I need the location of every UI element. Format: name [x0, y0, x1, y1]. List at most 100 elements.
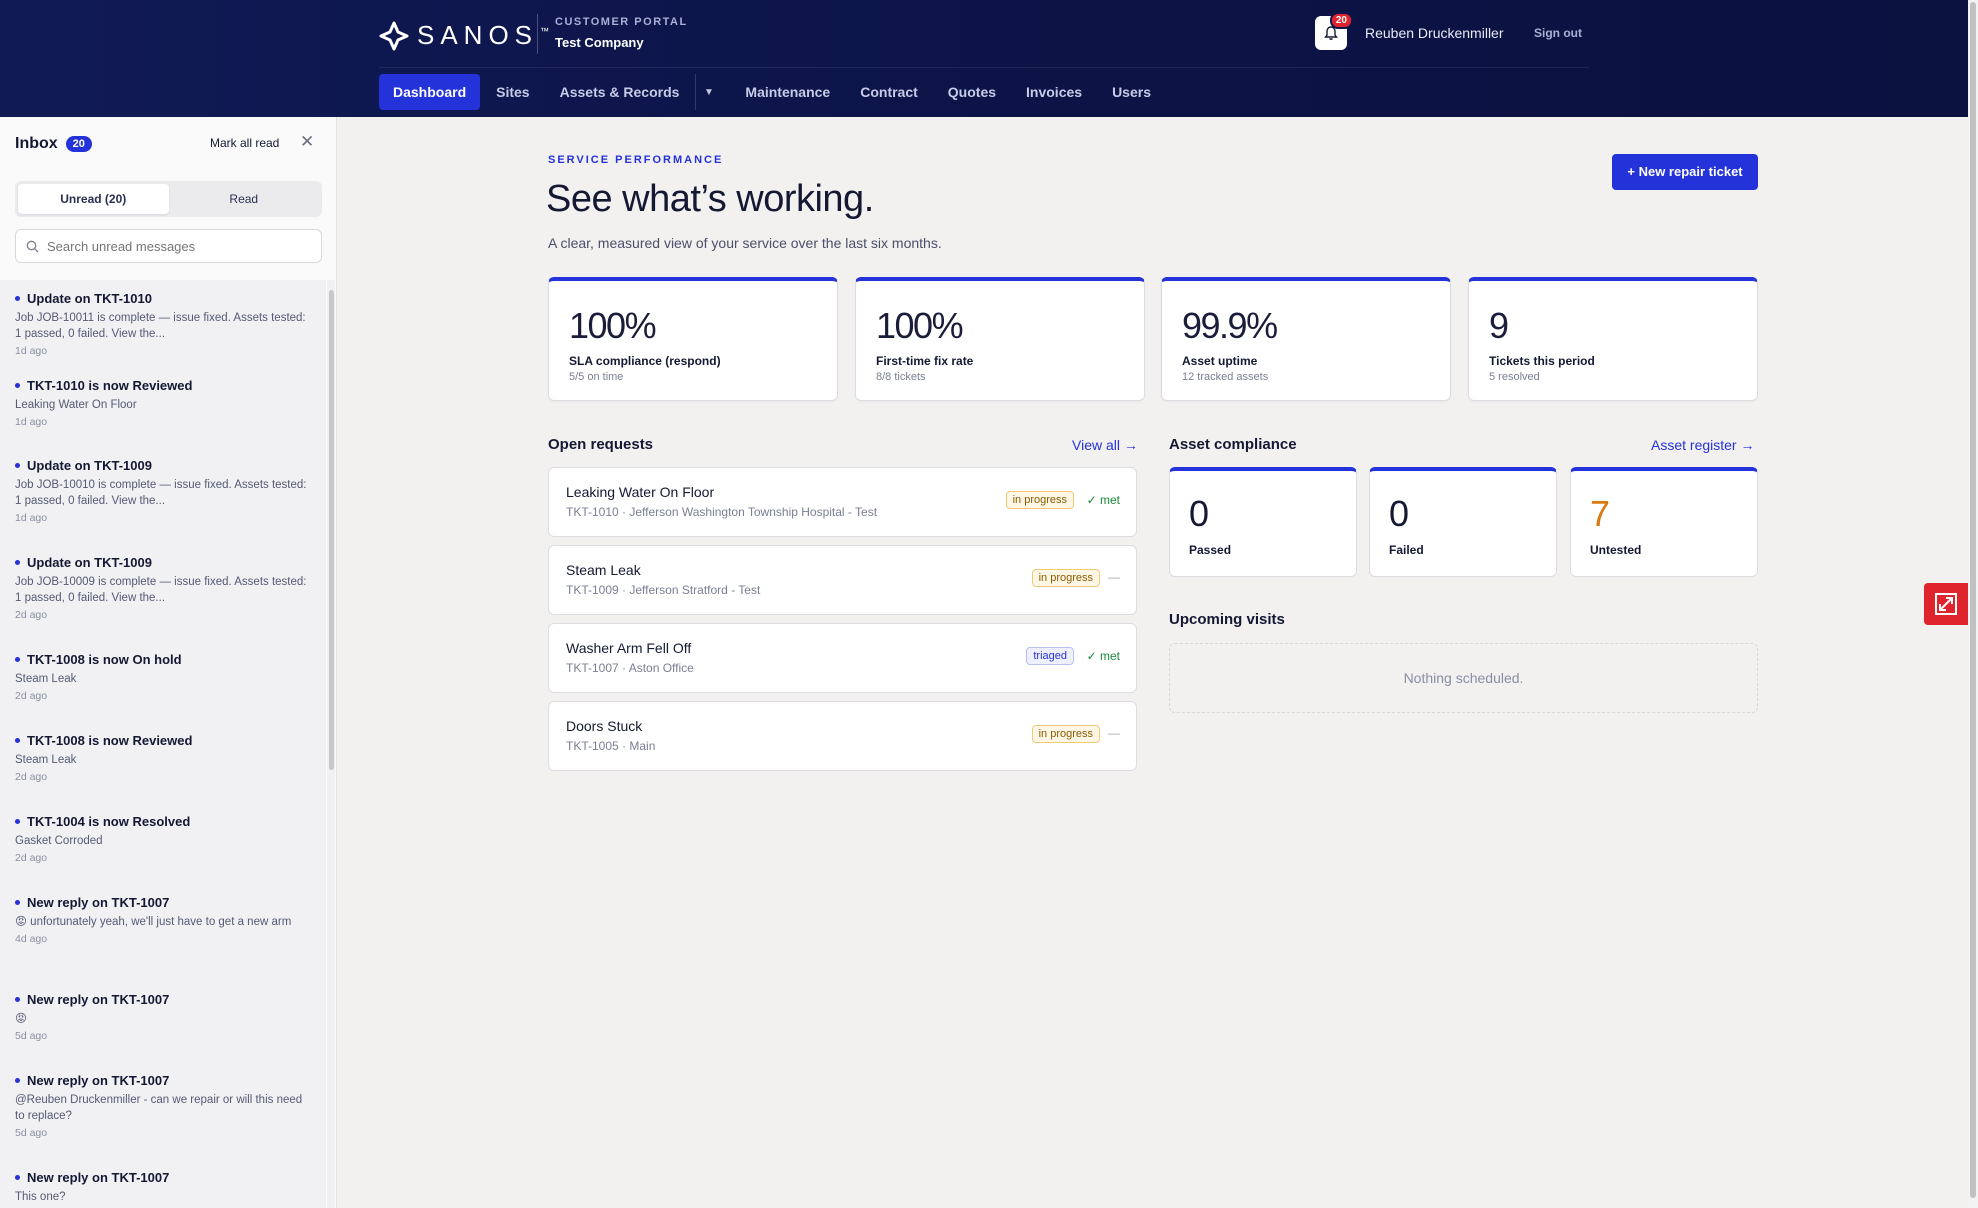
search-input[interactable] [47, 238, 297, 254]
page-scrollbar[interactable] [1968, 0, 1978, 1208]
notifications-button[interactable]: 20 [1315, 12, 1353, 50]
sanos-logo-icon [379, 21, 409, 50]
request-card[interactable]: Doors Stuck TKT-1005 · Main in progress … [548, 701, 1137, 771]
message-time: 4d ago [15, 933, 48, 945]
message-title: TKT-1008 is now On hold [27, 652, 182, 667]
portal-label: CUSTOMER PORTAL [555, 16, 688, 28]
inbox-panel: Inbox 20 Mark all read ✕ Unread (20) Rea… [0, 117, 337, 1208]
mark-all-read-button[interactable]: Mark all read [210, 136, 279, 150]
unread-dot [15, 900, 20, 905]
status-badge: in progress [1031, 725, 1100, 743]
status-badge: in progress [1005, 491, 1074, 509]
company-name: Test Company [555, 35, 644, 50]
tab-read[interactable]: Read [169, 184, 320, 214]
message-item[interactable]: TKT-1010 is now Reviewed Leaking Water O… [0, 378, 326, 458]
unread-dot [15, 657, 20, 662]
message-item[interactable]: Update on TKT-1010 Job JOB-10011 is comp… [0, 280, 326, 378]
caret-down-icon: ▼ [703, 86, 714, 98]
message-item[interactable]: Update on TKT-1009 Job JOB-10009 is comp… [0, 555, 326, 652]
message-body: Job JOB-10010 is complete — issue fixed.… [15, 479, 307, 507]
message-title: Update on TKT-1009 [27, 555, 152, 570]
request-card[interactable]: Washer Arm Fell Off TKT-1007 · Aston Off… [548, 623, 1137, 693]
compliance-label: Untested [1590, 543, 1642, 557]
message-item[interactable]: TKT-1008 is now Reviewed Steam Leak 2d a… [0, 733, 326, 814]
nav-sites[interactable]: Sites [482, 74, 543, 110]
message-body: Leaking Water On Floor [15, 399, 137, 411]
message-item[interactable]: New reply on TKT-1007 😡 5d ago [0, 992, 326, 1073]
message-title: Update on TKT-1010 [27, 291, 152, 306]
message-list: Update on TKT-1010 Job JOB-10011 is comp… [0, 280, 326, 1208]
request-meta: TKT-1007 · Aston Office [566, 661, 694, 675]
message-item[interactable]: Update on TKT-1009 Job JOB-10010 is comp… [0, 458, 326, 555]
kpi-card-first-time-fix: 100% First-time fix rate 8/8 tickets [855, 277, 1145, 401]
inbox-scrollbar[interactable] [327, 280, 335, 1208]
message-item[interactable]: New reply on TKT-1007 @Reuben Druckenmil… [0, 1073, 326, 1170]
unread-dot [15, 296, 20, 301]
message-item[interactable]: New reply on TKT-1007 😡 unfortunately ye… [0, 895, 326, 992]
nav-invoices[interactable]: Invoices [1012, 74, 1096, 110]
section-eyebrow: SERVICE PERFORMANCE [548, 154, 724, 166]
upcoming-visits-empty: Nothing scheduled. [1169, 643, 1758, 713]
close-inbox-button[interactable]: ✕ [300, 132, 314, 152]
message-item[interactable]: TKT-1004 is now Resolved Gasket Corroded… [0, 814, 326, 895]
message-title: New reply on TKT-1007 [27, 992, 170, 1007]
nav-assets-records[interactable]: Assets & Records [546, 74, 694, 110]
nav-maintenance[interactable]: Maintenance [731, 74, 844, 110]
message-body: Gasket Corroded [15, 835, 103, 847]
new-repair-ticket-button[interactable]: + New repair ticket [1612, 154, 1758, 190]
inbox-title: Inbox [15, 135, 58, 152]
unread-dot [15, 383, 20, 388]
kpi-sub: 5 resolved [1489, 371, 1540, 383]
tab-unread[interactable]: Unread (20) [18, 184, 169, 214]
message-body: @Reuben Druckenmiller - can we repair or… [15, 1094, 303, 1122]
nav-contract[interactable]: Contract [846, 74, 932, 110]
kpi-label: SLA compliance (respond) [569, 354, 721, 368]
message-title: Update on TKT-1009 [27, 458, 152, 473]
request-card[interactable]: Steam Leak TKT-1009 · Jefferson Stratfor… [548, 545, 1137, 615]
nav-dashboard[interactable]: Dashboard [379, 74, 481, 110]
inbox-tabs: Unread (20) Read [15, 181, 322, 217]
search-box[interactable] [15, 229, 322, 263]
kpi-value: 99.9% [1182, 305, 1278, 346]
request-title: Doors Stuck [566, 718, 643, 734]
compliance-card-untested[interactable]: 7 Untested [1570, 467, 1758, 577]
sla-indicator: — [1108, 726, 1120, 740]
kpi-label: Asset uptime [1182, 354, 1258, 368]
close-icon: ✕ [300, 132, 315, 151]
asset-register-link[interactable]: Asset register → [1651, 437, 1754, 453]
unread-dot [15, 560, 20, 565]
message-item[interactable]: New reply on TKT-1007 This one? [0, 1170, 326, 1208]
message-body: Steam Leak [15, 673, 77, 685]
request-meta: TKT-1009 · Jefferson Stratford - Test [566, 583, 761, 597]
message-body: 😡 [15, 1013, 27, 1025]
sanos-logo[interactable]: SANOS ™ [379, 20, 549, 51]
view-all-link[interactable]: View all → [1072, 437, 1138, 453]
nav-more-dropdown[interactable]: ▼ [695, 74, 721, 110]
compliance-value: 7 [1590, 493, 1611, 534]
message-title: TKT-1008 is now Reviewed [27, 733, 193, 748]
nav-users[interactable]: Users [1098, 74, 1165, 110]
message-item[interactable]: TKT-1008 is now On hold Steam Leak 2d ag… [0, 652, 326, 733]
unread-dot [15, 819, 20, 824]
sign-out-link[interactable]: Sign out [1534, 26, 1582, 40]
message-time: 1d ago [15, 345, 48, 357]
message-time: 5d ago [15, 1030, 48, 1042]
request-card[interactable]: Leaking Water On Floor TKT-1010 · Jeffer… [548, 467, 1137, 537]
unread-dot [15, 463, 20, 468]
kpi-card-sla: 100% SLA compliance (respond) 5/5 on tim… [548, 277, 838, 401]
status-badge: in progress [1031, 569, 1100, 587]
sla-met-indicator: ✓ met [1086, 493, 1120, 507]
kpi-sub: 8/8 tickets [876, 371, 926, 383]
inbox-scrollbar-thumb[interactable] [329, 290, 334, 770]
message-body: Job JOB-10009 is complete — issue fixed.… [15, 576, 307, 604]
compliance-value: 0 [1389, 493, 1410, 534]
top-header: SANOS ™ CUSTOMER PORTAL Test Company 20 R… [0, 0, 1968, 117]
message-title: New reply on TKT-1007 [27, 1073, 170, 1088]
nav-quotes[interactable]: Quotes [934, 74, 1010, 110]
compliance-card-failed[interactable]: 0 Failed [1369, 467, 1557, 577]
page-scrollbar-thumb[interactable] [1970, 2, 1976, 1198]
help-widget-button[interactable] [1924, 583, 1968, 625]
compliance-card-passed[interactable]: 0 Passed [1169, 467, 1357, 577]
user-name[interactable]: Reuben Druckenmiller [1365, 25, 1504, 41]
message-body: 😡 unfortunately yeah, we'll just have to… [15, 916, 292, 928]
